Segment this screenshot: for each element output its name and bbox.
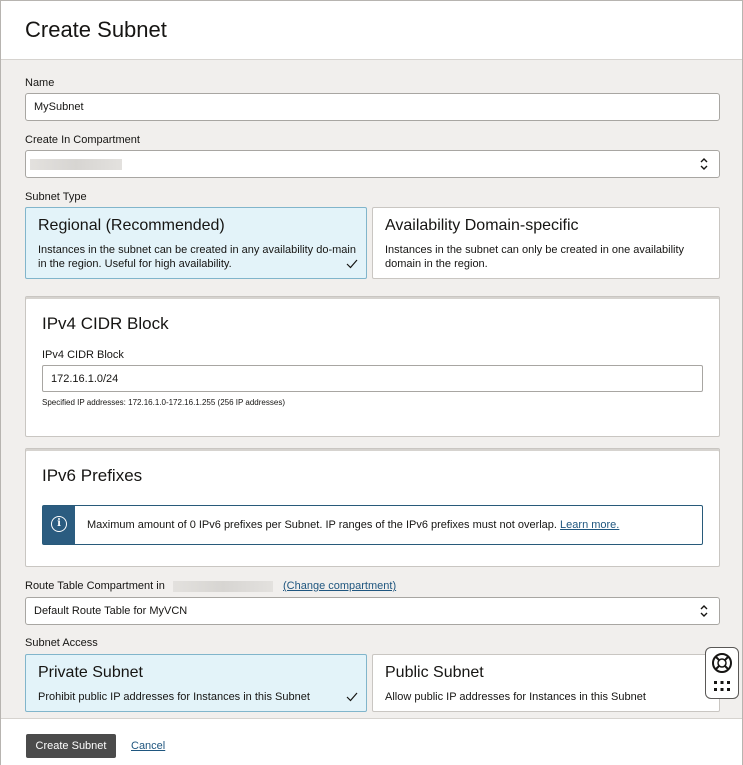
ipv6-section-title: IPv6 Prefixes bbox=[42, 466, 143, 485]
subnet-access-private[interactable]: Private Subnet Prohibit public IP addres… bbox=[25, 654, 367, 712]
card-title: Regional (Recommended) bbox=[38, 217, 225, 234]
page-title: Create Subnet bbox=[25, 17, 167, 42]
info-icon: i bbox=[51, 516, 67, 532]
name-input[interactable]: MySubnet bbox=[25, 93, 720, 121]
name-label: Name bbox=[25, 77, 55, 89]
help-widget[interactable] bbox=[705, 647, 739, 699]
dialog: Create Subnet Name MySubnet Create In Co… bbox=[0, 0, 743, 765]
ipv6-panel: IPv6 Prefixes i Maximum amount of 0 IPv6… bbox=[25, 448, 720, 567]
card-description: Prohibit public IP addresses for Instanc… bbox=[38, 691, 310, 703]
route-table-select[interactable]: Default Route Table for MyVCN bbox=[25, 597, 720, 625]
check-icon bbox=[346, 259, 358, 269]
help-lifebuoy-icon bbox=[712, 653, 732, 691]
ipv6-info-message: i Maximum amount of 0 IPv6 prefixes per … bbox=[42, 505, 703, 545]
subnet-type-label: Subnet Type bbox=[25, 191, 87, 203]
grid-dots-icon bbox=[714, 681, 730, 691]
select-chevron-icon bbox=[700, 158, 708, 170]
card-title: Public Subnet bbox=[385, 664, 484, 681]
cancel-link[interactable]: Cancel bbox=[131, 740, 165, 752]
ipv4-panel: IPv4 CIDR Block IPv4 CIDR Block 172.16.1… bbox=[25, 296, 720, 437]
learn-more-link[interactable]: Learn more. bbox=[560, 519, 619, 531]
create-subnet-button[interactable]: Create Subnet bbox=[26, 734, 116, 758]
card-title: Availability Domain-specific bbox=[385, 217, 579, 234]
compartment-label: Create In Compartment bbox=[25, 134, 140, 146]
redacted-compartment bbox=[30, 159, 122, 170]
check-icon bbox=[346, 692, 358, 702]
card-title: Private Subnet bbox=[38, 664, 143, 681]
subnet-access-label: Subnet Access bbox=[25, 637, 98, 649]
subnet-access-public[interactable]: Public Subnet Allow public IP addresses … bbox=[372, 654, 720, 712]
ipv4-section-title: IPv4 CIDR Block bbox=[42, 314, 169, 333]
subnet-type-regional[interactable]: Regional (Recommended) Instances in the … bbox=[25, 207, 367, 279]
subnet-type-ad-specific[interactable]: Availability Domain-specific Instances i… bbox=[372, 207, 720, 279]
dialog-header: Create Subnet bbox=[1, 1, 742, 60]
compartment-select[interactable] bbox=[25, 150, 720, 178]
ipv4-field-label: IPv4 CIDR Block bbox=[42, 349, 124, 361]
change-compartment-link[interactable]: (Change compartment) bbox=[283, 580, 396, 592]
card-description: Allow public IP addresses for Instances … bbox=[385, 691, 646, 703]
redacted-route-compartment bbox=[173, 581, 273, 592]
card-description: Instances in the subnet can only be crea… bbox=[385, 244, 685, 270]
card-description: Instances in the subnet can be created i… bbox=[38, 244, 356, 270]
dialog-footer: Create Subnet Cancel bbox=[1, 718, 742, 765]
route-table-value: Default Route Table for MyVCN bbox=[34, 605, 188, 617]
ipv4-cidr-input[interactable]: 172.16.1.0/24 bbox=[42, 365, 703, 392]
ipv4-hint: Specified IP addresses: 172.16.1.0-172.1… bbox=[42, 398, 285, 407]
ipv6-info-text: Maximum amount of 0 IPv6 prefixes per Su… bbox=[87, 519, 557, 531]
route-table-compartment-label: Route Table Compartment in bbox=[25, 580, 165, 592]
info-bar: i bbox=[43, 506, 75, 544]
select-chevron-icon bbox=[700, 605, 708, 617]
